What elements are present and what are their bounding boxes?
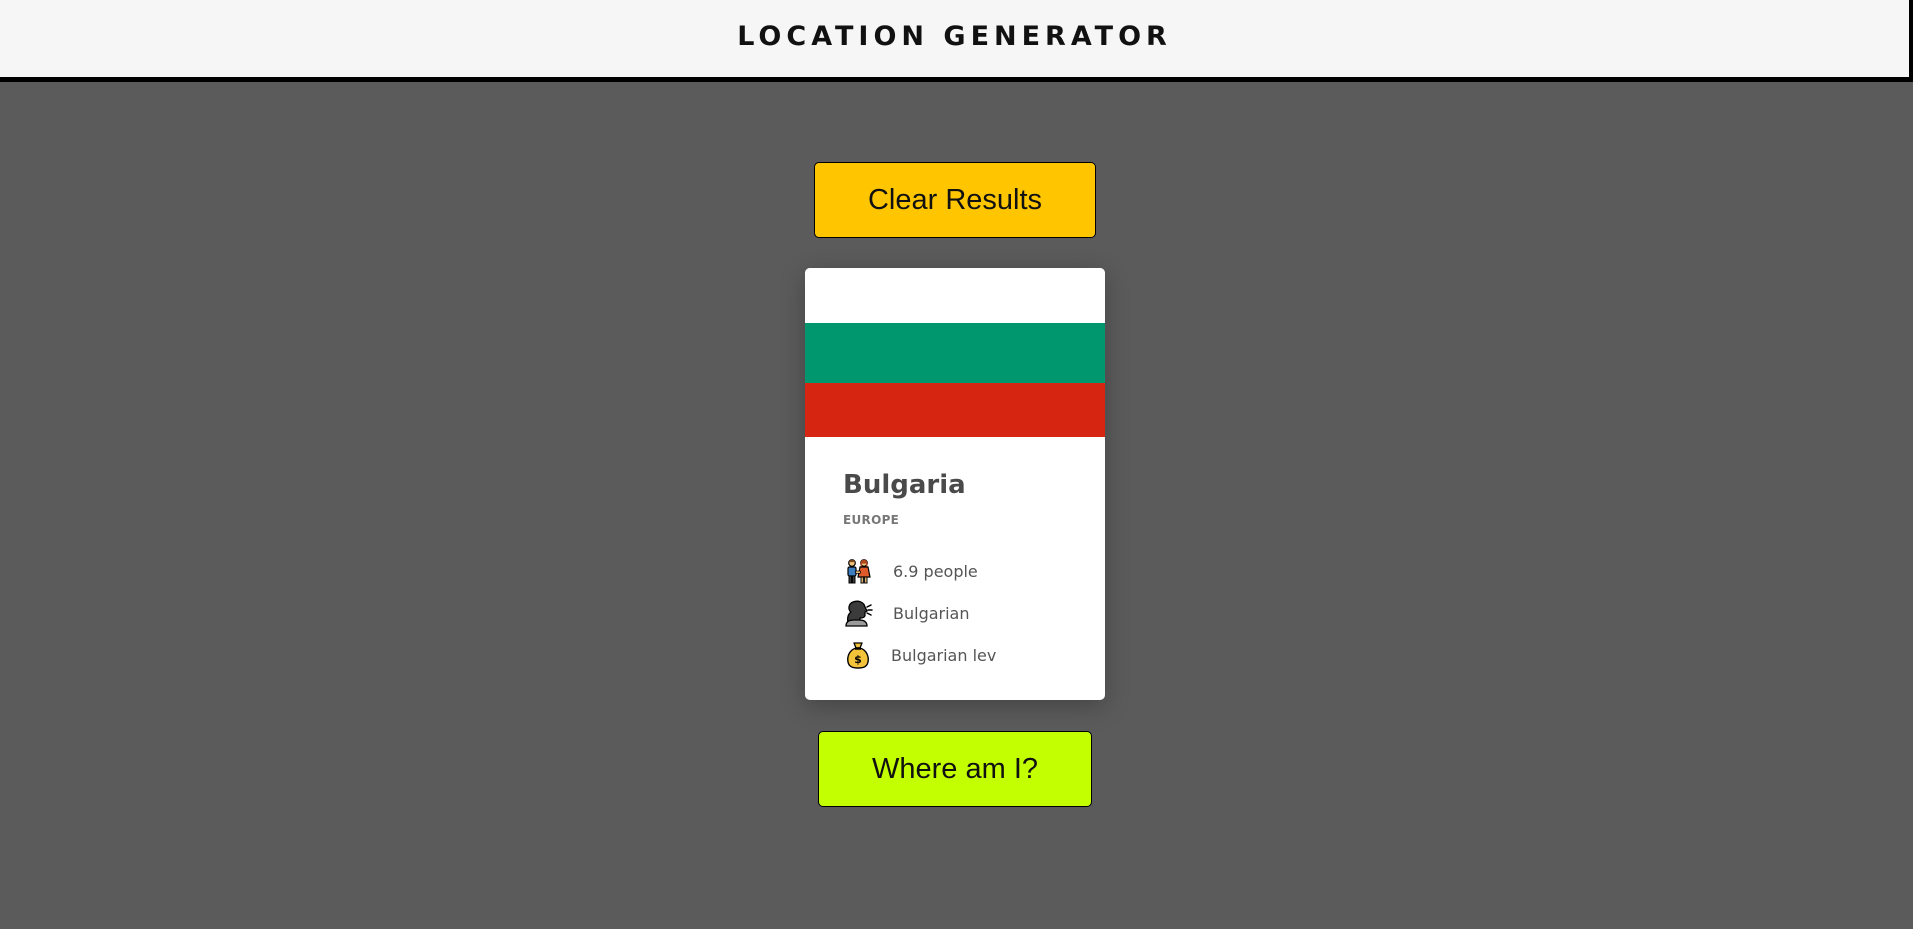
where-am-i-button[interactable]: Where am I? xyxy=(818,731,1092,807)
currency-row: $ Bulgarian lev xyxy=(843,640,996,670)
population-row: 6.9 people xyxy=(843,556,978,586)
svg-text:$: $ xyxy=(854,653,862,666)
population-text: 6.9 people xyxy=(893,561,978,581)
language-row: Bulgarian xyxy=(843,598,970,628)
country-name: Bulgaria xyxy=(843,470,966,500)
speaking-head-icon xyxy=(845,600,873,627)
top-bar: LOCATION GENERATOR xyxy=(0,0,1913,82)
country-card: Bulgaria EUROPE 6.9 people Bulgarian $ B… xyxy=(805,268,1105,700)
money-bag-icon: $ xyxy=(847,642,869,669)
clear-results-button[interactable]: Clear Results xyxy=(814,162,1096,238)
country-flag xyxy=(805,268,1105,437)
language-text: Bulgarian xyxy=(893,603,970,623)
flag-stripe-middle xyxy=(805,323,1105,383)
flag-stripe-bottom xyxy=(805,383,1105,437)
flag-stripe-top xyxy=(805,268,1105,323)
currency-text: Bulgarian lev xyxy=(891,645,997,665)
region-label: EUROPE xyxy=(843,513,900,527)
people-icon xyxy=(847,559,871,584)
page-title: LOCATION GENERATOR xyxy=(737,21,1172,52)
